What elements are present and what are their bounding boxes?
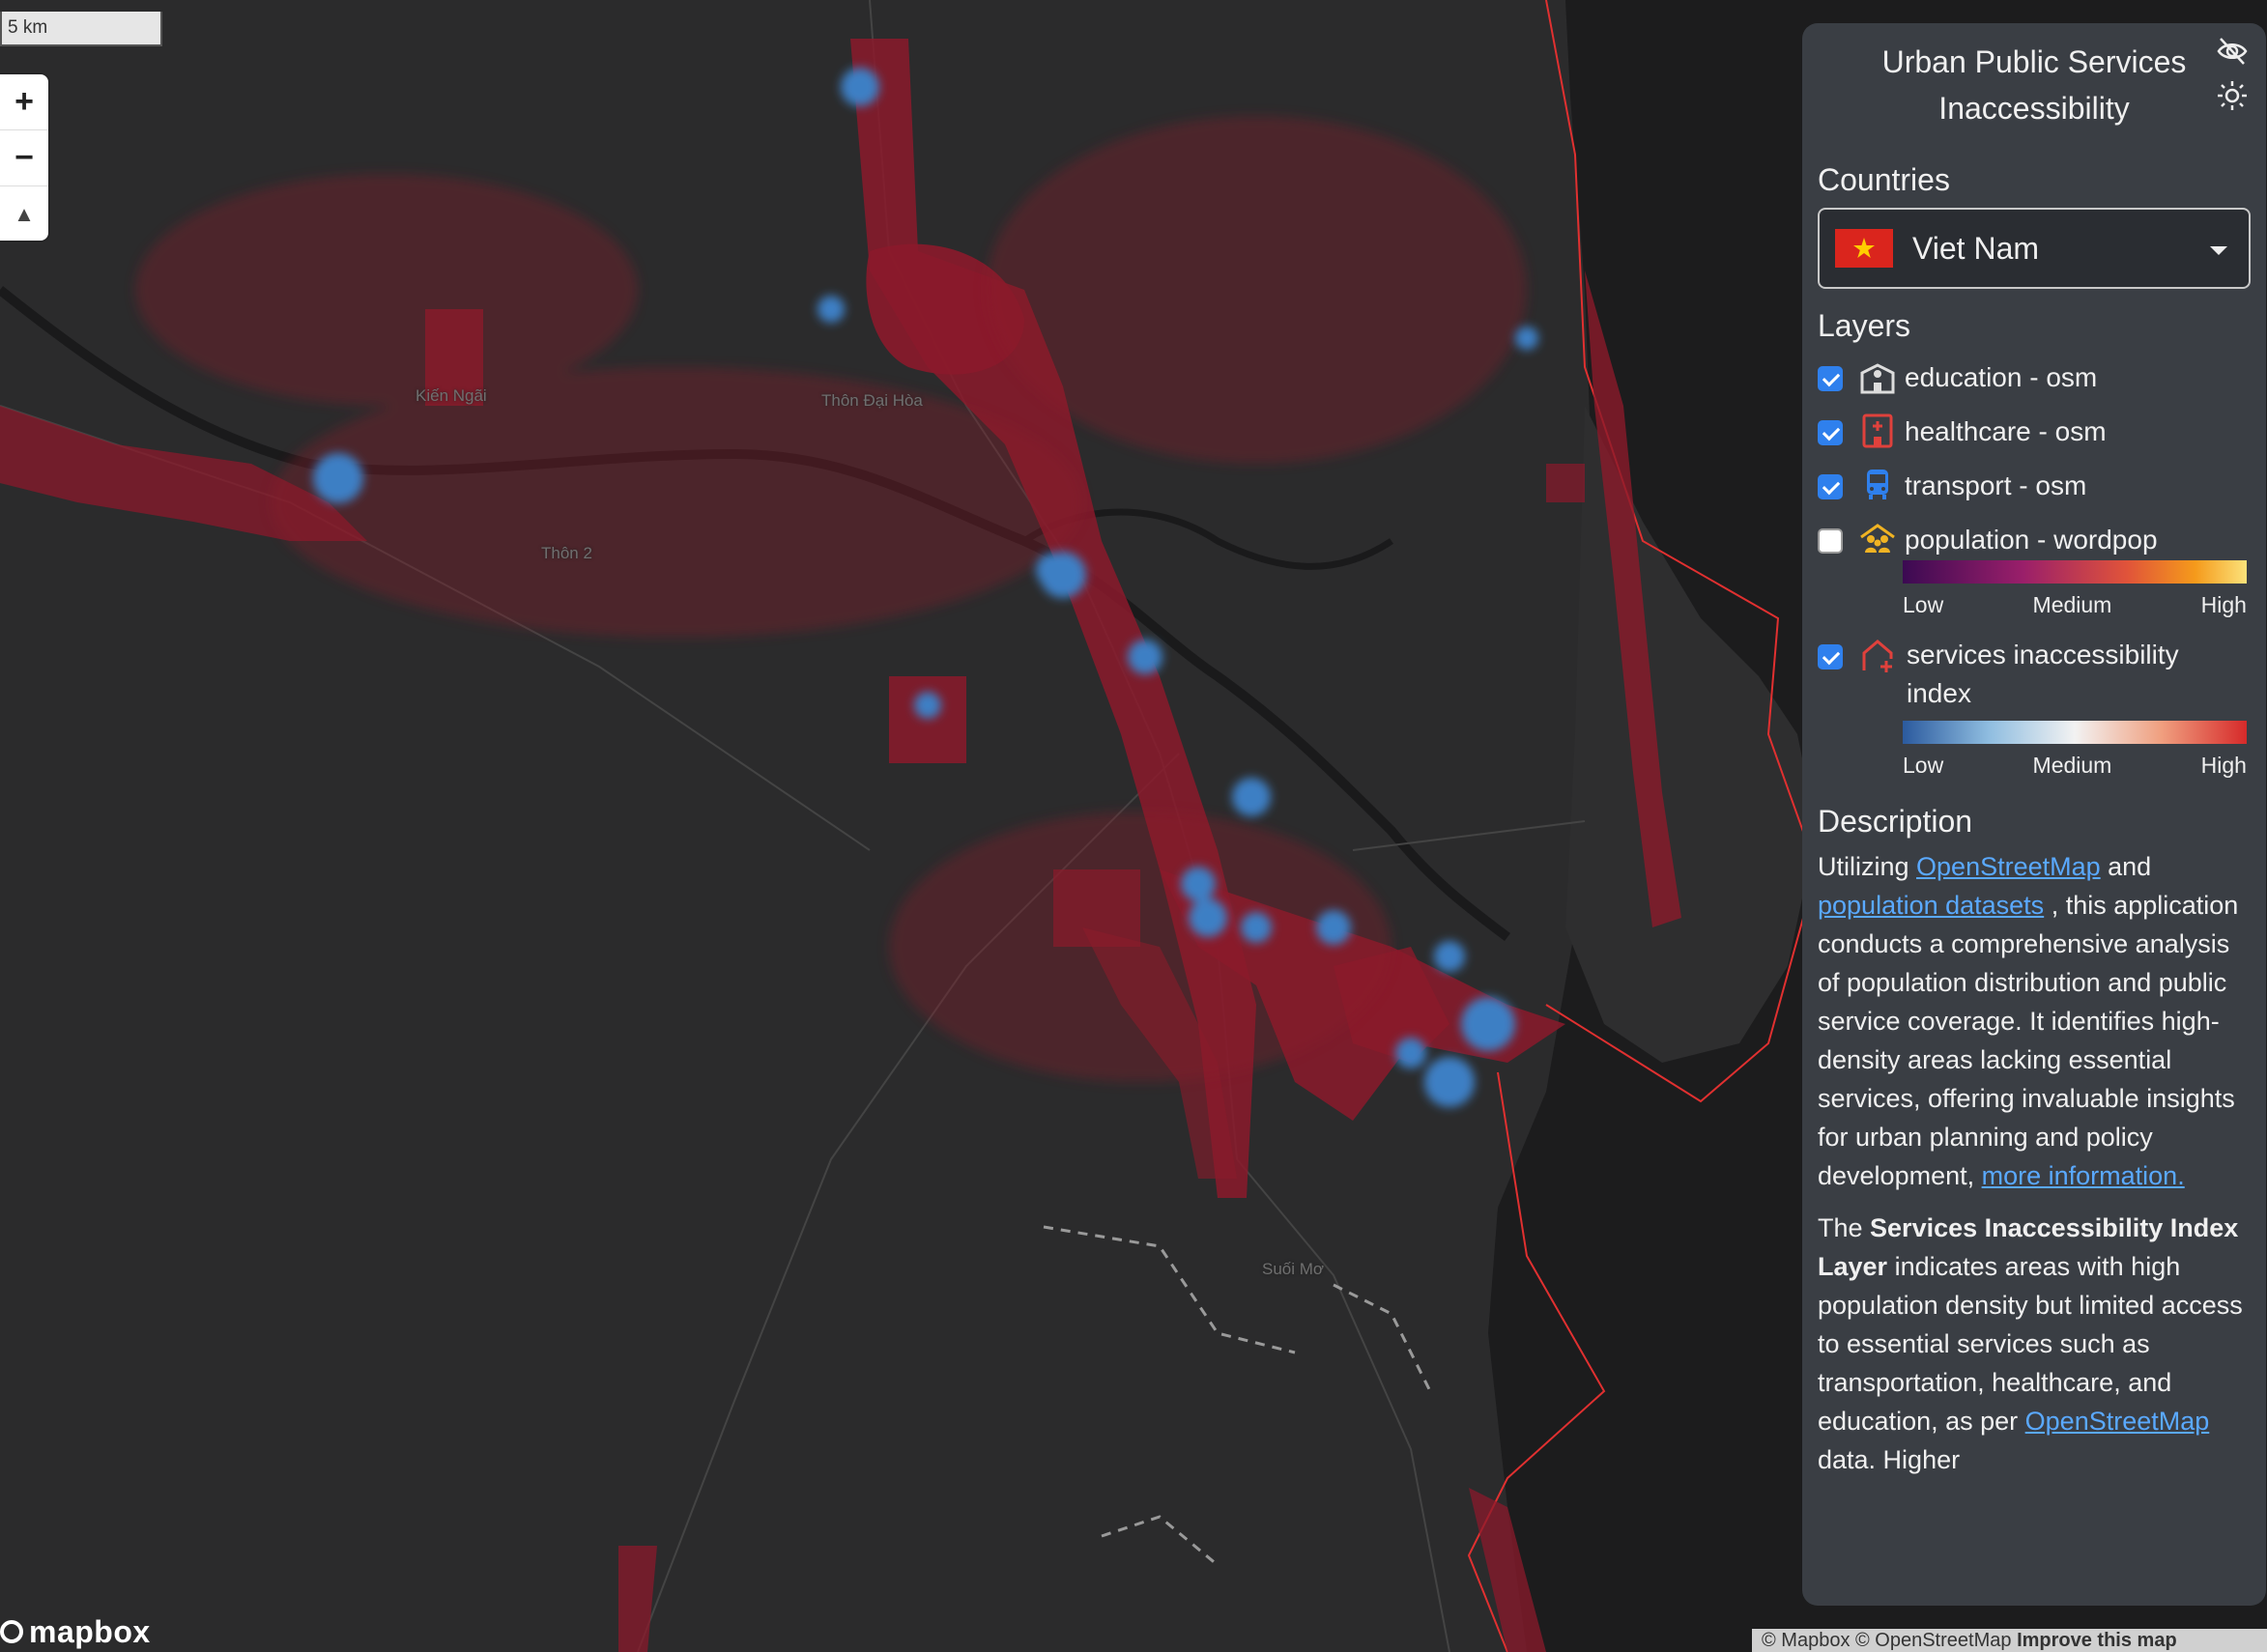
desc1-mid: and [2100,852,2152,881]
layer-inaccessibility: services inaccessibility index [1818,636,2251,713]
attribution: © Mapbox © OpenStreetMap Improve this ma… [1752,1629,2267,1652]
inaccessibility-checkbox[interactable] [1818,644,1843,669]
index-color-ramp [1903,721,2247,744]
eye-slash-icon[interactable] [2216,35,2249,68]
more-information-link[interactable]: more information. [1982,1161,2185,1190]
place-label-thon-dai-hoa: Thôn Đại Hòa [821,391,923,410]
description-heading: Description [1818,804,1973,839]
selected-country: Viet Nam [1912,230,2040,266]
index-legend-low: Low [1903,753,1944,778]
population-checkbox[interactable] [1818,528,1843,554]
index-legend-medium: Medium [2032,753,2112,778]
house-plus-icon [1858,636,1897,674]
population-label: population - wordpop [1905,525,2158,555]
zoom-out-button[interactable]: − [0,130,48,186]
scale-bar: 5 km [0,12,162,46]
education-checkbox[interactable] [1818,366,1843,391]
layers-heading: Layers [1818,308,1911,343]
countries-heading: Countries [1818,162,1950,197]
place-label-thon-2: Thôn 2 [541,544,592,562]
vietnam-flag-icon [1835,229,1893,268]
layer-healthcare: healthcare - osm [1818,412,2251,452]
layer-education: education - osm [1818,357,2251,398]
description-paragraph-2: The Services Inaccessibility Index Layer… [1818,1209,2251,1479]
healthcare-checkbox[interactable] [1818,420,1843,445]
transport-checkbox[interactable] [1818,474,1843,499]
bus-icon [1858,466,1897,504]
population-legend-high: High [2200,592,2247,617]
side-panel: Urban Public Services Inaccessibility Co… [1802,23,2266,1606]
mapbox-logo[interactable]: mapbox [0,1613,151,1649]
index-legend: Low Medium High [1903,721,2251,779]
description-paragraph-1: Utilizing OpenStreetMap and population d… [1818,847,2251,1195]
population-legend-low: Low [1903,592,1944,617]
mapbox-logo-text: mapbox [29,1613,151,1649]
panel-title: Urban Public Services Inaccessibility [1881,44,2187,126]
population-color-ramp [1903,560,2247,584]
country-select[interactable]: Viet Nam [1818,208,2251,289]
hospital-icon [1858,412,1897,450]
healthcare-label: healthcare - osm [1905,416,2107,446]
layer-transport: transport - osm [1818,466,2251,506]
place-label-kien-ngai: Kiến Ngãi [416,386,487,405]
openstreetmap-link[interactable]: OpenStreetMap [1916,852,2101,881]
openstreetmap-link-2[interactable]: OpenStreetMap [2025,1407,2210,1436]
transport-label: transport - osm [1905,470,2087,500]
panel-header-icons [2216,35,2249,112]
sun-icon[interactable] [2216,79,2249,112]
improve-map-link[interactable]: Improve this map [2017,1630,2177,1651]
attribution-text: © Mapbox © OpenStreetMap [1762,1630,2012,1651]
zoom-in-button[interactable]: + [0,74,48,130]
education-label: education - osm [1905,362,2098,392]
desc1-post: , this application conducts a comprehens… [1818,891,2239,1190]
layer-population: population - wordpop [1818,520,2251,560]
desc1-pre: Utilizing [1818,852,1917,881]
chevron-down-icon [2210,246,2227,255]
mapbox-mark-icon [0,1620,23,1643]
inaccessibility-label: services inaccessibility index [1907,640,2179,708]
zoom-controls: + − ▲ [0,74,48,241]
desc2-tail: data. Higher [1818,1445,1961,1474]
place-label-suoi-mo: Suối Mơ [1262,1260,1325,1278]
desc2-pre: The [1818,1213,1871,1242]
compass-button[interactable]: ▲ [0,186,48,241]
population-legend-medium: Medium [2032,592,2112,617]
school-icon [1858,357,1897,396]
index-legend-high: High [2200,753,2247,778]
population-legend: Low Medium High [1903,560,2251,618]
people-roof-icon [1858,520,1897,558]
population-datasets-link[interactable]: population datasets [1818,891,2044,920]
